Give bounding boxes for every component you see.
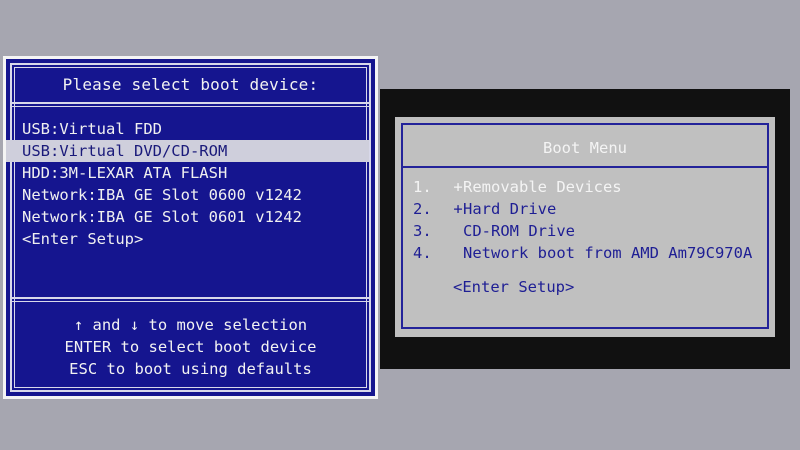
boot-option-removable-devices[interactable]: 1. + Removable Devices <box>413 176 752 198</box>
left-bios-frame: Please select boot device: USB:Virtual F… <box>3 56 378 399</box>
expand-marker-icon <box>453 220 463 242</box>
boot-menu-list: 1. + Removable Devices 2. + Hard Drive 3… <box>413 176 752 264</box>
option-label: Network boot from AMD Am79C970A <box>463 244 753 262</box>
boot-menu-panel: Boot Menu 1. + Removable Devices 2. + Ha… <box>395 117 775 337</box>
right-bios-screen: Boot Menu 1. + Removable Devices 2. + Ha… <box>380 89 790 369</box>
boot-menu-box: Boot Menu 1. + Removable Devices 2. + Ha… <box>401 123 769 329</box>
option-number: 2. <box>413 200 432 218</box>
option-label: Removable Devices <box>463 178 622 196</box>
boot-option-cd-rom[interactable]: 3. CD-ROM Drive <box>413 220 752 242</box>
title-separator <box>10 102 371 104</box>
help-line-esc: ESC to boot using defaults <box>69 360 312 378</box>
boot-device-title: Please select boot device: <box>62 75 319 94</box>
option-number: 4. <box>413 244 432 262</box>
help-line-navigation: ↑ and ↓ to move selection <box>73 316 308 334</box>
boot-device-list: USB:Virtual FDD USB:Virtual DVD/CD-ROM H… <box>6 118 375 250</box>
title-separator-inner <box>10 106 371 107</box>
boot-menu-enter-setup[interactable]: <Enter Setup> <box>453 276 574 298</box>
boot-device-network-0601[interactable]: Network:IBA GE Slot 0601 v1242 <box>6 206 375 228</box>
boot-device-usb-dvd[interactable]: USB:Virtual DVD/CD-ROM <box>6 140 369 162</box>
help-separator <box>10 297 371 299</box>
help-separator-inner <box>10 301 371 302</box>
border-bottom-inner <box>14 387 367 388</box>
option-number: 1. <box>413 178 432 196</box>
border-top-outer <box>10 63 371 65</box>
boot-help-text: ↑ and ↓ to move selection ENTER to selec… <box>6 314 375 380</box>
enter-setup-option[interactable]: <Enter Setup> <box>6 228 375 250</box>
boot-device-menu: Please select boot device: USB:Virtual F… <box>6 59 375 396</box>
boot-option-network[interactable]: 4. Network boot from AMD Am79C970A <box>413 242 752 264</box>
option-label: Hard Drive <box>463 200 557 218</box>
boot-option-hard-drive[interactable]: 2. + Hard Drive <box>413 198 752 220</box>
option-label: CD-ROM Drive <box>463 222 575 240</box>
boot-device-hdd-lexar[interactable]: HDD:3M-LEXAR ATA FLASH <box>6 162 375 184</box>
boot-device-network-0600[interactable]: Network:IBA GE Slot 0600 v1242 <box>6 184 375 206</box>
border-bottom-outer <box>10 390 371 392</box>
expand-marker-icon: + <box>453 200 463 218</box>
border-top-inner <box>14 67 367 68</box>
help-line-enter: ENTER to select boot device <box>64 338 317 356</box>
expand-marker-icon: + <box>453 178 463 196</box>
option-number: 3. <box>413 222 432 240</box>
boot-menu-title: Boot Menu <box>543 139 627 157</box>
boot-menu-separator <box>403 166 767 168</box>
boot-device-usb-fdd[interactable]: USB:Virtual FDD <box>6 118 375 140</box>
expand-marker-icon <box>453 242 463 264</box>
